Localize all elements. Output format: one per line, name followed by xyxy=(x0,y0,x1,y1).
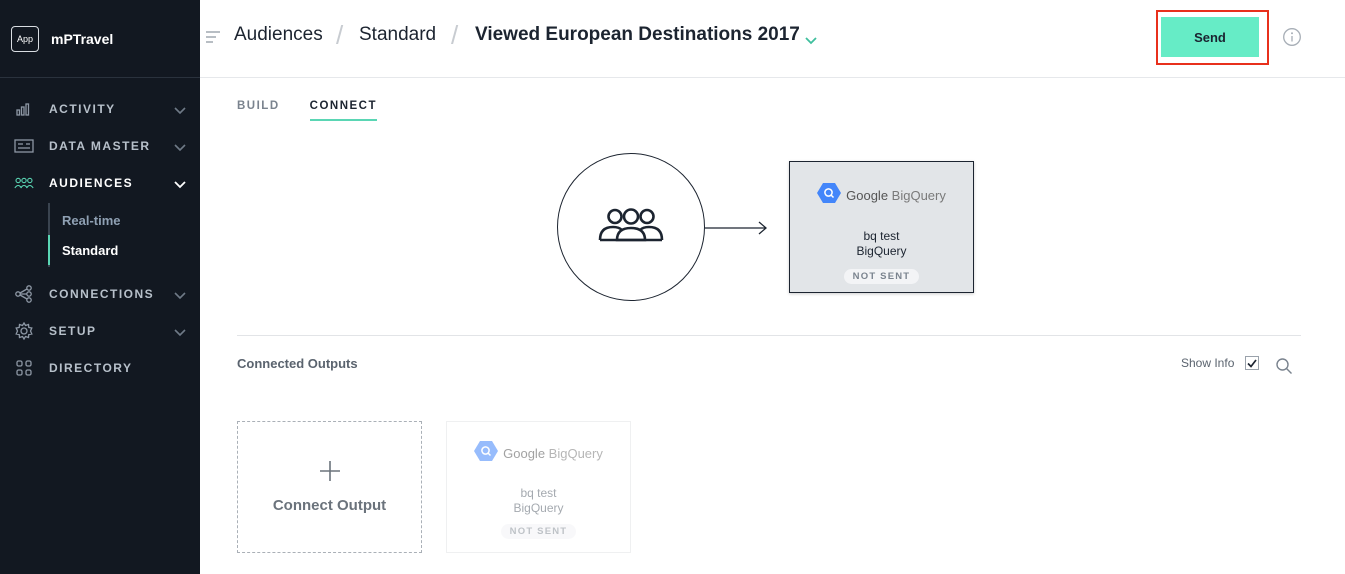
gear-icon xyxy=(14,321,34,340)
status-badge: NOT SENT xyxy=(500,524,577,539)
chevron-down-icon xyxy=(174,102,186,120)
sidebar-item-label: SETUP xyxy=(49,323,97,338)
breadcrumb-separator: / xyxy=(336,20,344,50)
bar-chart-icon xyxy=(14,101,34,117)
google-bigquery-logo: Google BigQuery xyxy=(447,440,630,467)
logo-bigquery-text: BigQuery xyxy=(548,446,603,461)
sidebar-item-setup[interactable]: SETUP xyxy=(0,312,200,349)
info-icon[interactable] xyxy=(1282,27,1302,52)
arrow-icon xyxy=(705,220,769,241)
logo-google-text: Google xyxy=(846,188,889,203)
audiences-icon xyxy=(14,175,34,191)
connect-output-label: Connect Output xyxy=(272,497,387,514)
output-type: BigQuery xyxy=(513,501,564,515)
connections-icon xyxy=(14,284,34,303)
plus-icon xyxy=(238,460,421,487)
section-divider xyxy=(237,335,1301,336)
connected-outputs-title: Connected Outputs xyxy=(237,356,358,371)
checkmark-icon xyxy=(1247,358,1257,368)
app-badge: App xyxy=(11,25,39,52)
show-info-label: Show Info xyxy=(1181,356,1235,370)
output-name: bq test xyxy=(520,486,557,500)
sidebar-item-label: ACTIVITY xyxy=(49,101,116,116)
chevron-down-icon xyxy=(174,139,186,157)
sidebar-item-label: AUDIENCES xyxy=(49,175,134,190)
connect-output-button[interactable]: Connect Output xyxy=(237,421,422,553)
sidebar-item-connections[interactable]: CONNECTIONS xyxy=(0,275,200,312)
destination-card[interactable]: Google BigQuery bq test BigQuery NOT SEN… xyxy=(789,161,974,293)
audiences-subnav: Real-time Standard xyxy=(48,203,200,267)
show-info-checkbox[interactable] xyxy=(1245,356,1259,370)
sidebar-subitem-standard[interactable]: Standard xyxy=(48,235,200,265)
breadcrumb-audiences[interactable]: Audiences xyxy=(234,24,323,46)
sidebar-item-activity[interactable]: ACTIVITY xyxy=(0,90,200,127)
chevron-down-icon xyxy=(174,176,186,194)
output-card[interactable]: Google BigQuery bq test BigQuery NOT SEN… xyxy=(446,421,631,553)
breadcrumb-standard[interactable]: Standard xyxy=(359,24,436,46)
status-badge: NOT SENT xyxy=(843,269,920,284)
brand[interactable]: App mPTravel xyxy=(0,0,200,78)
logo-google-text: Google xyxy=(503,446,546,461)
page-title[interactable]: Viewed European Destinations 2017 xyxy=(475,24,800,46)
chevron-down-icon[interactable] xyxy=(805,32,817,50)
google-bigquery-logo: Google BigQuery xyxy=(790,182,973,209)
data-master-icon xyxy=(14,138,34,154)
sidebar-item-label: CONNECTIONS xyxy=(49,286,155,301)
audiences-icon xyxy=(598,207,664,248)
menu-icon[interactable] xyxy=(205,30,221,49)
sidebar-item-audiences[interactable]: AUDIENCES xyxy=(0,164,200,201)
audience-node[interactable] xyxy=(557,153,705,301)
logo-bigquery-text: BigQuery xyxy=(891,188,946,203)
sidebar-subitem-real-time[interactable]: Real-time xyxy=(50,205,200,235)
chevron-down-icon xyxy=(174,287,186,305)
grid-icon xyxy=(14,359,34,376)
breadcrumb-separator: / xyxy=(451,20,459,50)
bigquery-icon xyxy=(817,182,842,209)
destination-name: bq test xyxy=(863,229,900,243)
sidebar-item-label: DATA MASTER xyxy=(49,138,151,153)
tab-build[interactable]: BUILD xyxy=(237,100,280,121)
tab-bar: BUILD CONNECT xyxy=(237,100,407,121)
sidebar-item-data-master[interactable]: DATA MASTER xyxy=(0,127,200,164)
sidebar-nav: ACTIVITY DATA MASTER AUDIENCES Real-time… xyxy=(0,78,200,386)
bigquery-icon xyxy=(474,440,499,467)
sidebar: App mPTravel ACTIVITY DATA MASTER AUDIEN… xyxy=(0,0,200,574)
top-header: Audiences / Standard / Viewed European D… xyxy=(200,0,1345,78)
tab-connect[interactable]: CONNECT xyxy=(309,100,378,121)
send-button[interactable]: Send xyxy=(1161,17,1259,57)
sidebar-item-directory[interactable]: DIRECTORY xyxy=(0,349,200,386)
sidebar-item-label: DIRECTORY xyxy=(49,360,133,375)
app-name: mPTravel xyxy=(51,30,114,47)
chevron-down-icon xyxy=(174,324,186,342)
destination-type: BigQuery xyxy=(856,244,907,258)
search-icon[interactable] xyxy=(1275,357,1293,380)
